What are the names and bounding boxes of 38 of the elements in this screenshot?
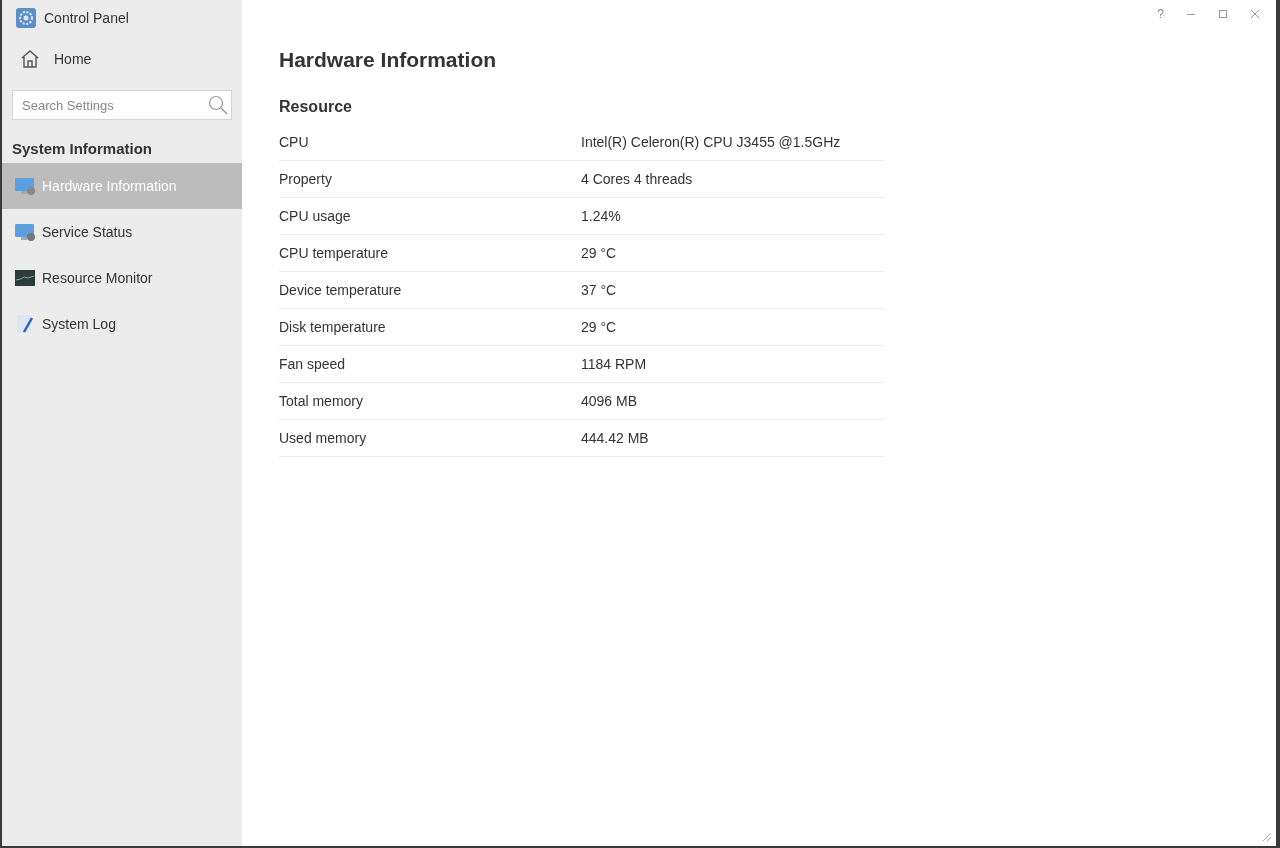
property-value: Intel(R) Celeron(R) CPU J3455 @1.5GHz: [581, 134, 842, 150]
property-label: CPU usage: [279, 208, 352, 224]
maximize-icon[interactable]: [1218, 9, 1228, 19]
close-icon[interactable]: [1250, 9, 1260, 19]
monitor-icon: [14, 176, 36, 196]
chart-screen-icon: [14, 269, 36, 287]
property-label: Device temperature: [279, 282, 403, 298]
property-label: Total memory: [279, 393, 365, 409]
property-label: CPU: [279, 134, 310, 150]
sidebar-item[interactable]: Service Status: [2, 209, 242, 255]
app-title: Control Panel: [44, 10, 129, 26]
gear-icon: [16, 8, 36, 28]
property-value: 1.24%: [581, 208, 622, 224]
monitor-icon: [14, 222, 36, 242]
property-label: Disk temperature: [279, 319, 387, 335]
section-heading: System Information: [11, 139, 154, 159]
search-field[interactable]: Search Settings: [12, 90, 232, 120]
property-value: 29 °C: [581, 319, 618, 335]
property-value: 37 °C: [581, 282, 618, 298]
property-label: Fan speed: [279, 356, 347, 372]
property-label: CPU temperature: [279, 245, 389, 261]
property-label: Used memory: [279, 430, 368, 446]
sidebar-item[interactable]: System Log: [2, 301, 242, 347]
sidebar-item[interactable]: Resource Monitor: [2, 255, 242, 301]
property-value: 1184 RPM: [581, 356, 648, 372]
help-button[interactable]: ?: [1157, 7, 1164, 21]
property-value: 4 Cores 4 threads: [581, 171, 694, 187]
home-link[interactable]: Home: [54, 51, 92, 67]
property-value: 4096 MB: [581, 393, 639, 409]
section-heading: Resource: [279, 98, 353, 116]
notepad-icon: [14, 313, 36, 335]
page-title: Hardware Information: [279, 48, 498, 72]
property-label: Property: [279, 171, 333, 187]
home-icon[interactable]: [20, 50, 40, 68]
search-icon[interactable]: [208, 95, 228, 115]
property-value: 29 °C: [581, 245, 618, 261]
resize-grip-icon[interactable]: [1262, 832, 1272, 842]
property-value: 444.42 MB: [581, 430, 650, 446]
